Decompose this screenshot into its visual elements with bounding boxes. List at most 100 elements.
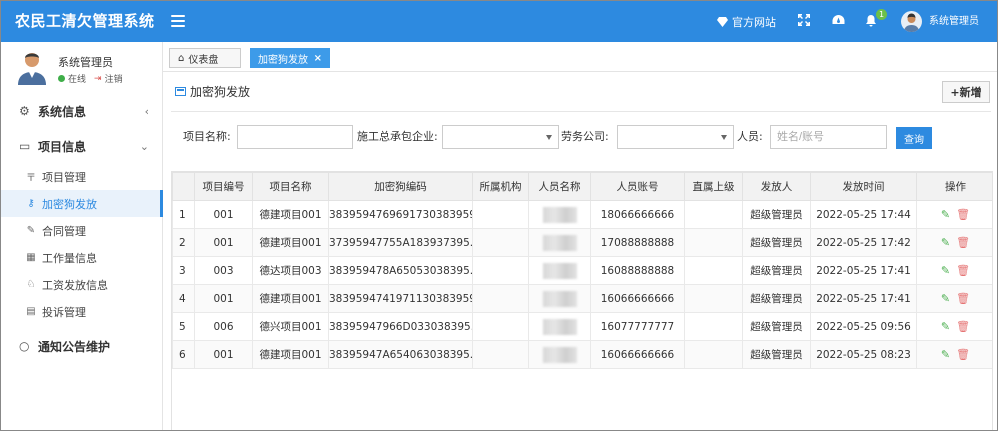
sidebar-item-project-management[interactable]: 〒 项目管理 (1, 163, 163, 190)
trash-icon[interactable]: 🗑 (956, 292, 970, 305)
sidebar-item-label: 项目管理 (42, 170, 86, 184)
table-row[interactable]: 3 003 德达项目003 383959478A65053038395... 1… (172, 256, 992, 285)
cell-issuer: 超级管理员 (742, 284, 811, 313)
labor-company-select[interactable] (617, 125, 734, 149)
sidebar-item-complaint-management[interactable]: ▤ 投诉管理 (1, 298, 163, 325)
caret-down-icon (546, 135, 552, 140)
cell-issue-time: 2022-05-25 17:41 (810, 256, 917, 285)
cell-issue-time: 2022-05-25 09:56 (810, 312, 917, 341)
cell-issuer: 超级管理员 (742, 228, 811, 257)
cell-project-code: 003 (194, 256, 253, 285)
row-index: 3 (172, 256, 195, 285)
col-header-project-name: 项目名称 (252, 172, 329, 201)
redacted-name (542, 290, 577, 307)
pencil-icon[interactable]: ✎ (941, 236, 950, 249)
cell-organization (472, 312, 529, 341)
table-row[interactable]: 1 001 德建项目001 383959476969173038395​9...… (172, 200, 992, 229)
comment-icon: ▤ (26, 306, 36, 317)
table-row[interactable]: 4 001 德建项目001 3839594741971130383959... … (172, 284, 992, 313)
cell-organization (472, 256, 529, 285)
profile-status: 在线 ⇥ 注销 (58, 72, 123, 85)
cell-organization (472, 284, 529, 313)
sidebar-group-notice[interactable]: ○ 通知公告维护 (1, 332, 163, 360)
official-site-link[interactable]: 官方网站 (717, 1, 776, 42)
sidebar-item-dongle-issue[interactable]: ⚷ 加密狗发放 (1, 190, 163, 217)
sidebar-group-label: 项目信息 (38, 139, 87, 154)
sidebar-item-label: 加密狗发放 (42, 197, 97, 211)
sidebar-item-contract-management[interactable]: ✎ 合同管理 (1, 217, 163, 244)
table-header-row: 项目编号 项目名称 加密狗编码 所属机构 人员名称 人员账号 直属上级 发放人 … (172, 172, 992, 201)
sidebar-item-workload-info[interactable]: ▦ 工作量信息 (1, 244, 163, 271)
page-title-text: 加密狗发放 (190, 85, 251, 99)
pencil-icon[interactable]: ✎ (941, 348, 950, 361)
trash-icon[interactable]: 🗑 (956, 264, 970, 277)
top-bar: 农民工清欠管理系统 官方网站 1 系统管理员 (1, 1, 997, 42)
pencil-icon[interactable]: ✎ (941, 292, 950, 305)
trash-icon[interactable]: 🗑 (956, 320, 970, 333)
cell-project-name: 德建项目001 (252, 200, 329, 229)
sidebar-group-label: 系统信息 (38, 104, 87, 119)
cell-superior (684, 312, 743, 341)
redacted-name (542, 346, 577, 363)
logout-icon[interactable]: ⇥ (94, 74, 102, 84)
cell-person-account: 16066666666 (590, 340, 685, 369)
redacted-name (542, 318, 577, 335)
sidebar-group-project-info[interactable]: ▭ 项目信息 ⌄ (1, 132, 163, 160)
sidebar-item-salary-info[interactable]: ♘ 工资发放信息 (1, 271, 163, 298)
logout-link[interactable]: 注销 (105, 72, 123, 85)
cell-person-account: 18066666666 (590, 200, 685, 229)
trash-icon[interactable]: 🗑 (956, 236, 970, 249)
cell-actions: ✎ 🗑 (916, 228, 992, 257)
col-header-superior: 直属上级 (684, 172, 743, 201)
sidebar-group-system-info[interactable]: ⚙ 系统信息 ‹ (1, 97, 163, 125)
contractor-select[interactable] (442, 125, 559, 149)
online-dot-icon (58, 75, 65, 82)
circle-icon: ○ (19, 339, 30, 353)
dashboard-icon[interactable] (832, 14, 845, 26)
add-button[interactable]: + 新增 (942, 81, 990, 103)
fullscreen-icon[interactable] (798, 14, 810, 26)
user-avatar[interactable] (901, 11, 922, 32)
cell-project-name: 德建项目001 (252, 228, 329, 257)
table-row[interactable]: 5 006 德兴项目001 38395947966D033038395... 1… (172, 312, 992, 341)
pencil-icon[interactable]: ✎ (941, 320, 950, 333)
person-label: 人员: (737, 130, 763, 143)
cell-actions: ✎ 🗑 (916, 284, 992, 313)
pencil-icon[interactable]: ✎ (941, 208, 950, 221)
tab-dongle-issue[interactable]: 加密狗发放 × (250, 48, 330, 68)
col-header-person-name: 人员名称 (528, 172, 591, 201)
table-row[interactable]: 6 001 德建项目001 38395947A654063038395... 1… (172, 340, 992, 369)
col-header-dongle-code: 加密狗编码 (328, 172, 473, 201)
sidebar-item-label: 工资发放信息 (42, 278, 108, 292)
table-row[interactable]: 2 001 德建项目001 37395947755A183937395... 1… (172, 228, 992, 257)
cell-issuer: 超级管理员 (742, 312, 811, 341)
menu-toggle-icon[interactable] (171, 15, 185, 27)
profile-name: 系统管理员 (58, 56, 113, 69)
cell-superior (684, 340, 743, 369)
close-icon[interactable]: × (314, 53, 322, 64)
col-header-organization: 所属机构 (472, 172, 529, 201)
cell-person-name (528, 284, 591, 313)
cell-person-account: 16077777777 (590, 312, 685, 341)
trash-icon[interactable]: 🗑 (956, 348, 970, 361)
cell-issue-time: 2022-05-25 17:44 (810, 200, 917, 229)
official-site-label: 官方网站 (732, 15, 776, 29)
query-button[interactable]: 查询 (896, 127, 932, 149)
top-user-name[interactable]: 系统管理员 (929, 1, 979, 42)
tab-dashboard[interactable]: ⌂ 仪表盘 (169, 48, 241, 68)
trash-icon[interactable]: 🗑 (956, 208, 970, 221)
cell-project-code: 001 (194, 200, 253, 229)
pencil-icon[interactable]: ✎ (941, 264, 950, 277)
cell-dongle-code: 383959478A65053038395... (328, 256, 473, 285)
divider (171, 111, 991, 112)
notification-bell-icon[interactable] (865, 14, 877, 27)
project-name-input[interactable] (237, 125, 353, 149)
person-input[interactable] (770, 125, 887, 149)
cell-person-account: 16088888888 (590, 256, 685, 285)
cell-issuer: 超级管理员 (742, 200, 811, 229)
cell-project-name: 德兴项目001 (252, 312, 329, 341)
gear-icon: ⚙ (19, 104, 30, 118)
data-table: 项目编号 项目名称 加密狗编码 所属机构 人员名称 人员账号 直属上级 发放人 … (171, 171, 993, 430)
cell-issue-time: 2022-05-25 17:42 (810, 228, 917, 257)
cell-person-account: 17088888888 (590, 228, 685, 257)
